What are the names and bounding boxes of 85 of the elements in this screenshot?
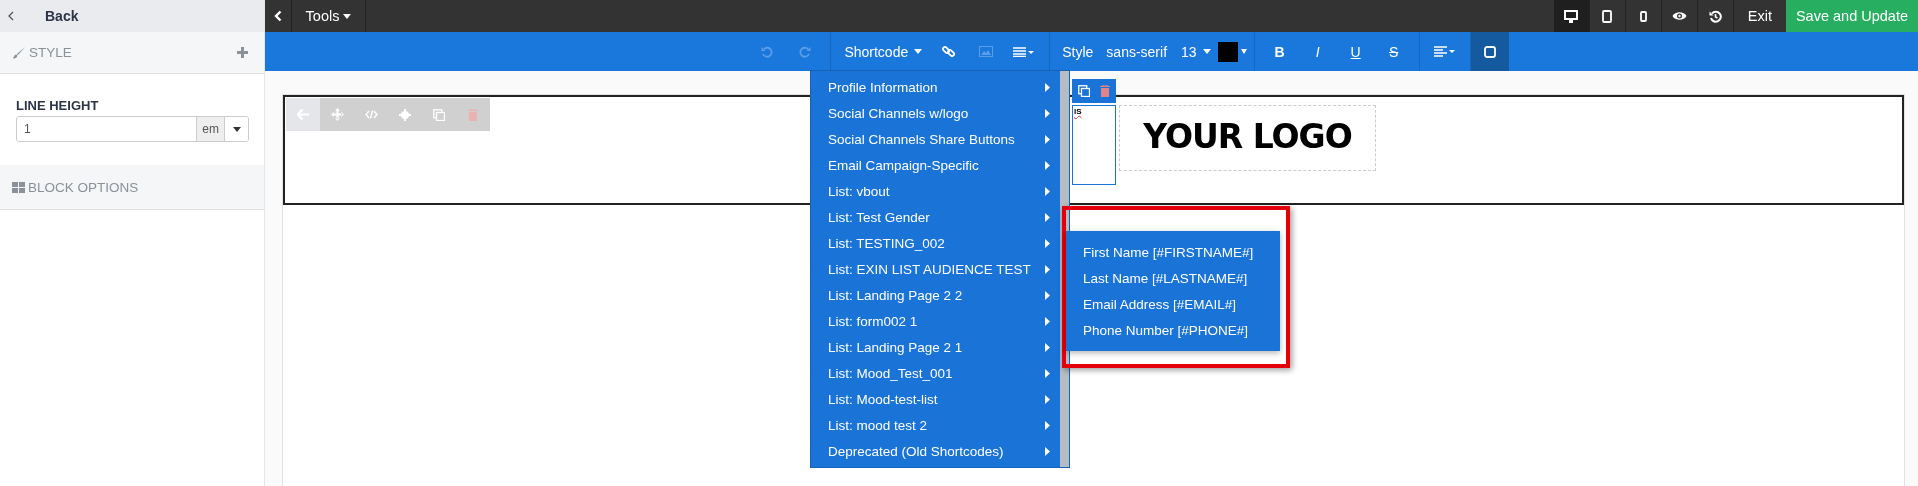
trash-icon[interactable] bbox=[1100, 85, 1110, 97]
caret-icon bbox=[1202, 49, 1211, 54]
caret-right-icon bbox=[1045, 82, 1050, 92]
plus-icon[interactable] bbox=[237, 47, 248, 58]
menu-item[interactable]: List: TESTING_002 bbox=[811, 230, 1060, 256]
section-title: BLOCK OPTIONS bbox=[28, 179, 139, 195]
style-label: Style bbox=[1061, 42, 1095, 62]
text-column[interactable]: IS bbox=[1072, 105, 1116, 185]
list-icon bbox=[1013, 46, 1036, 57]
shortcode-dropdown[interactable]: Shortcode bbox=[837, 32, 930, 71]
square-icon bbox=[1483, 45, 1496, 58]
align-left-icon bbox=[1433, 46, 1456, 57]
caret-right-icon bbox=[1045, 186, 1050, 196]
format-button[interactable]: U bbox=[1336, 32, 1375, 71]
link-icon bbox=[941, 45, 955, 58]
caret-right-icon bbox=[1045, 134, 1050, 144]
caret-right-icon bbox=[1045, 394, 1050, 404]
unit-label: em bbox=[196, 117, 224, 141]
history-icon bbox=[1708, 9, 1722, 23]
menu-item[interactable]: Phone Number [#PHONE#] bbox=[1066, 317, 1280, 343]
menu-item[interactable]: List: Mood_Test_001 bbox=[811, 360, 1060, 386]
caret-right-icon bbox=[1045, 368, 1050, 378]
chevron-left-icon bbox=[8, 11, 14, 21]
unit-dropdown[interactable] bbox=[224, 117, 248, 141]
caret-right-icon bbox=[1045, 108, 1050, 118]
format-button[interactable]: I bbox=[1298, 32, 1337, 71]
caret-right-icon bbox=[1045, 342, 1050, 352]
format-button[interactable]: S bbox=[1374, 32, 1413, 71]
grid-icon bbox=[12, 181, 25, 193]
column-text: IS bbox=[1074, 107, 1082, 116]
menu-item[interactable]: List: Landing Page 2 1 bbox=[811, 334, 1060, 360]
caret-icon bbox=[232, 126, 241, 132]
menu-item[interactable]: List: EXIN LIST AUDIENCE TEST bbox=[811, 256, 1060, 282]
menu-item[interactable]: List: Test Gender bbox=[811, 204, 1060, 230]
logo-text: YOUR LOGO bbox=[1143, 116, 1352, 156]
caret-right-icon bbox=[1045, 238, 1050, 248]
tablet-icon bbox=[1602, 9, 1613, 23]
brush-icon bbox=[12, 45, 26, 60]
menu-item[interactable]: Email Address [#EMAIL#] bbox=[1066, 291, 1280, 317]
copy-icon bbox=[433, 108, 445, 121]
save-button[interactable]: Save and Update bbox=[1785, 0, 1918, 32]
font-size-dropdown[interactable]: 13 bbox=[1174, 32, 1218, 71]
menu-item[interactable]: List: Mood-test-list bbox=[811, 386, 1060, 412]
logo-placeholder[interactable]: YOUR LOGO bbox=[1119, 105, 1376, 171]
menu-item[interactable]: Deprecated (Old Shortcodes) bbox=[811, 438, 1060, 464]
caret-right-icon bbox=[1045, 160, 1050, 170]
caret-right-icon bbox=[1045, 446, 1050, 456]
move-icon bbox=[330, 108, 344, 121]
section-header[interactable]: BLOCK OPTIONS bbox=[0, 165, 264, 210]
arrow-left-icon bbox=[297, 109, 309, 120]
trash-icon bbox=[468, 108, 478, 121]
menu-item[interactable]: List: vbout bbox=[811, 178, 1060, 204]
caret-icon bbox=[1241, 49, 1248, 54]
caret-right-icon bbox=[1045, 316, 1050, 326]
menu-item[interactable]: Last Name [#LASTNAME#] bbox=[1066, 265, 1280, 291]
menu-item[interactable]: Email Campaign-Specific bbox=[811, 152, 1060, 178]
caret-icon bbox=[914, 49, 923, 54]
menu-item[interactable]: Social Channels Share Buttons bbox=[811, 126, 1060, 152]
copy-icon[interactable] bbox=[1078, 85, 1090, 97]
section-title: STYLE bbox=[29, 45, 72, 60]
frame-button[interactable] bbox=[1470, 32, 1509, 71]
menu-item[interactable]: List: mood test 2 bbox=[811, 412, 1060, 438]
phone-icon bbox=[1639, 10, 1647, 22]
code-icon bbox=[364, 110, 378, 119]
format-button[interactable]: B bbox=[1260, 32, 1299, 71]
menu-item[interactable]: First Name [#FIRSTNAME#] bbox=[1066, 239, 1280, 265]
font-dropdown[interactable]: sans-serif bbox=[1099, 32, 1175, 71]
view-button[interactable] bbox=[1553, 0, 1590, 32]
field-label: LINE HEIGHT bbox=[16, 98, 100, 113]
chevron-left-icon bbox=[274, 10, 282, 22]
menu-item[interactable]: List: Landing Page 2 2 bbox=[811, 282, 1060, 308]
eye-icon bbox=[1671, 11, 1687, 21]
redo-icon bbox=[799, 45, 812, 58]
caret-icon bbox=[343, 13, 352, 19]
desktop-icon bbox=[1564, 9, 1579, 23]
image-icon bbox=[979, 46, 994, 57]
menu-item[interactable]: Social Channels w/logo bbox=[811, 100, 1060, 126]
menu-item[interactable]: List: form002 1 bbox=[811, 308, 1060, 334]
caret-right-icon bbox=[1045, 212, 1050, 222]
section-header[interactable]: STYLE bbox=[0, 32, 264, 74]
caret-right-icon bbox=[1045, 264, 1050, 274]
caret-right-icon bbox=[1045, 290, 1050, 300]
caret-right-icon bbox=[1045, 420, 1050, 430]
undo-icon bbox=[761, 45, 774, 58]
line-height-field[interactable]: 1 em bbox=[16, 116, 249, 142]
